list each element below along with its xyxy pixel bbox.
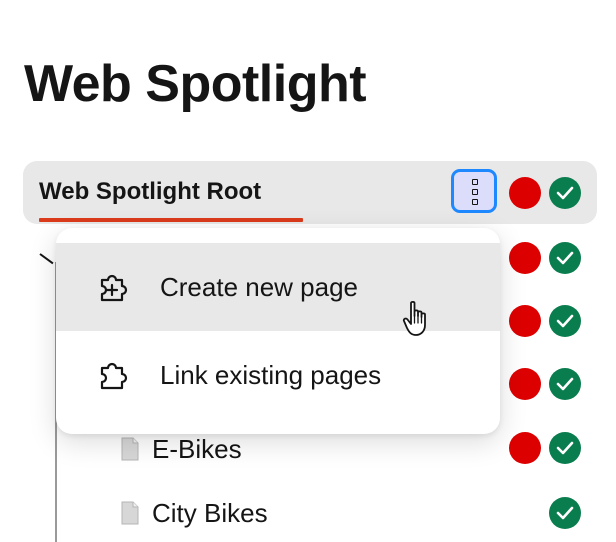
tree-root-row[interactable]: Web Spotlight Root xyxy=(23,161,597,224)
vertical-dots-icon xyxy=(472,199,478,205)
tree-item-e-bikes[interactable]: E-Bikes xyxy=(120,429,242,469)
check-circle-icon xyxy=(549,242,581,274)
puzzle-icon xyxy=(100,362,128,390)
red-dot-icon xyxy=(509,432,541,464)
more-actions-button[interactable] xyxy=(451,169,497,213)
check-circle-icon xyxy=(549,497,581,529)
red-dot-icon xyxy=(509,305,541,337)
root-label: Web Spotlight Root xyxy=(39,178,262,205)
check-circle-icon xyxy=(549,432,581,464)
vertical-dots-icon xyxy=(472,189,478,195)
page-title: Web Spotlight xyxy=(24,55,367,113)
tree-item-city-bikes[interactable]: City Bikes xyxy=(120,493,268,533)
tree-item-label: E-Bikes xyxy=(152,433,242,464)
link-existing-pages-menu-item[interactable]: Link existing pages xyxy=(56,331,500,419)
vertical-dots-icon xyxy=(472,179,478,185)
red-dot-icon xyxy=(509,177,541,209)
red-dot-icon xyxy=(509,368,541,400)
check-circle-icon xyxy=(549,177,581,209)
page-icon xyxy=(121,501,139,525)
page-icon xyxy=(121,437,139,461)
tree-expand-line xyxy=(39,253,54,265)
root-underline xyxy=(39,218,303,222)
hand-pointer-icon xyxy=(402,300,426,336)
tree-item-label: City Bikes xyxy=(152,497,268,528)
red-dot-icon xyxy=(509,242,541,274)
puzzle-plus-icon xyxy=(100,274,128,302)
check-circle-icon xyxy=(549,305,581,337)
check-circle-icon xyxy=(549,368,581,400)
menu-item-label: Create new page xyxy=(160,271,359,302)
menu-item-label: Link existing pages xyxy=(160,359,382,390)
